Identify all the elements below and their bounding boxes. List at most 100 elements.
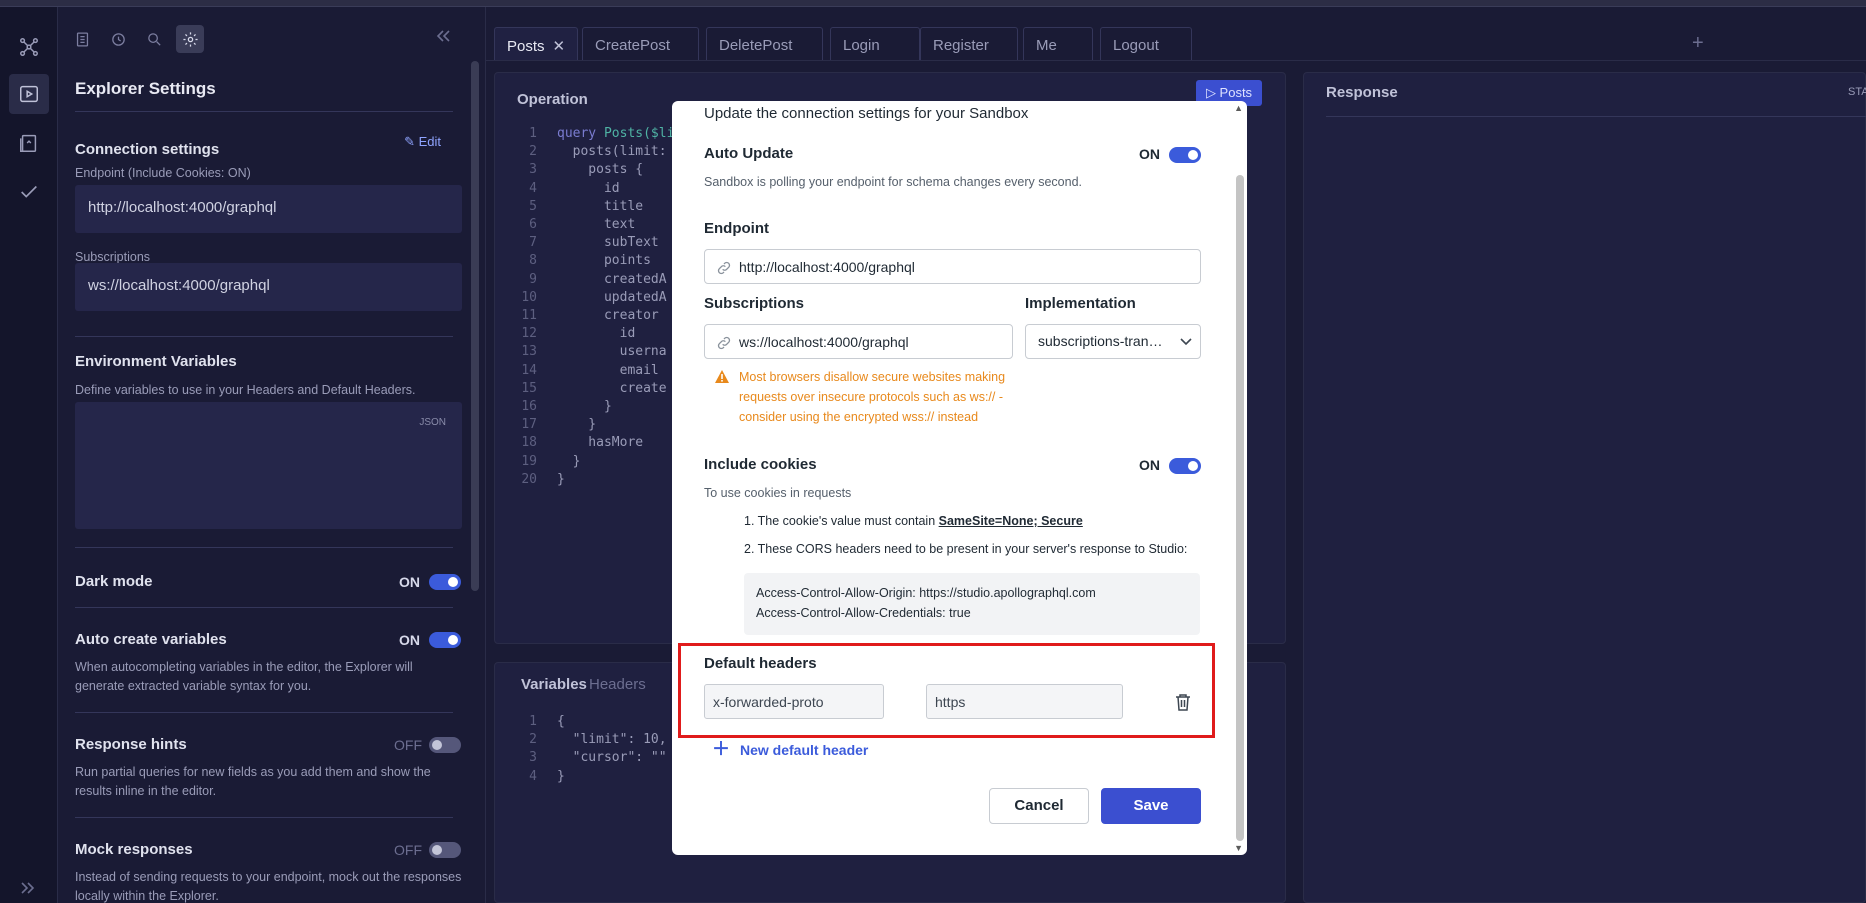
- new-default-header-button[interactable]: ＋ New default header: [712, 735, 868, 761]
- code-text: }: [557, 417, 597, 433]
- tab-logout[interactable]: Logout: [1100, 27, 1192, 60]
- scroll-up-icon[interactable]: ▲: [1234, 103, 1243, 113]
- cookies-rule-1-text: 1. The cookie's value must contain: [744, 514, 939, 528]
- header-value-input[interactable]: https: [926, 684, 1123, 719]
- line-number: 1: [529, 714, 537, 729]
- variables-editor[interactable]: 1{2 "limit": 10, 3 "cursor": "" 4}: [515, 713, 667, 786]
- connection-settings-modal: ▲ ▼ Update the connection settings for y…: [672, 101, 1247, 855]
- response-hints-toggle[interactable]: [429, 737, 461, 753]
- scroll-down-icon[interactable]: ▼: [1234, 843, 1243, 853]
- expand-chevrons-icon[interactable]: [20, 881, 36, 900]
- tab-me[interactable]: Me: [1023, 27, 1093, 60]
- tab-deletepost[interactable]: DeletePost: [706, 27, 823, 60]
- chevron-down-icon: [1180, 338, 1192, 346]
- code-line: 4}: [515, 768, 667, 786]
- checks-icon[interactable]: [9, 172, 49, 212]
- env-vars-desc: Define variables to use in your Headers …: [75, 383, 416, 397]
- window-top-strip: [0, 0, 1866, 7]
- code-line: 13 userna: [515, 343, 674, 361]
- close-icon[interactable]: ✕: [553, 38, 566, 55]
- edit-connection-button[interactable]: ✎ Edit: [404, 134, 441, 150]
- add-tab-icon[interactable]: +: [1692, 32, 1704, 55]
- document-icon[interactable]: [68, 25, 96, 53]
- docs-icon[interactable]: [9, 123, 49, 163]
- code-text: createdA: [557, 271, 667, 287]
- line-number: 4: [529, 768, 537, 784]
- code-text: "cursor": "": [557, 750, 667, 766]
- default-headers-label: Default headers: [704, 655, 817, 672]
- plus-icon: ＋: [712, 739, 730, 759]
- code-line: 4 id: [515, 180, 674, 198]
- history-icon[interactable]: [104, 25, 132, 53]
- code-text: title: [557, 198, 644, 214]
- auto-create-toggle[interactable]: [429, 632, 461, 648]
- code-line: 3 "cursor": "": [515, 749, 667, 767]
- tab-label: Me: [1036, 37, 1057, 54]
- samesite-link[interactable]: SameSite=None; Secure: [939, 514, 1083, 528]
- code-text: }: [557, 399, 612, 415]
- code-text: points: [557, 253, 651, 269]
- line-number: 12: [521, 326, 537, 342]
- endpoint-value: http://localhost:4000/graphql: [739, 259, 915, 275]
- collapse-chevrons-icon[interactable]: [435, 29, 451, 48]
- modal-scrollbar[interactable]: [1236, 175, 1244, 841]
- code-text: }: [557, 453, 581, 469]
- code-text: userna: [557, 344, 667, 360]
- tab-posts[interactable]: Posts ✕: [494, 27, 578, 60]
- cancel-button[interactable]: Cancel: [989, 788, 1089, 824]
- save-button[interactable]: Save: [1101, 788, 1201, 824]
- dark-mode-toggle[interactable]: [429, 574, 461, 590]
- code-line: 20}: [515, 471, 674, 489]
- line-number: 16: [521, 399, 537, 415]
- response-pane: [1303, 72, 1866, 903]
- subscriptions-label: Subscriptions: [704, 295, 805, 312]
- tab-headers[interactable]: Headers: [589, 676, 646, 693]
- explorer-play-icon[interactable]: [9, 74, 49, 114]
- gear-icon[interactable]: [176, 25, 204, 53]
- cookies-rule-1: 1. The cookie's value must contain SameS…: [744, 514, 1083, 528]
- tab-variables[interactable]: Variables: [521, 676, 587, 693]
- include-cookies-toggle[interactable]: [1169, 458, 1201, 474]
- dark-mode-label: Dark mode: [75, 573, 153, 590]
- implementation-select[interactable]: subscriptions-tran…: [1025, 324, 1201, 359]
- operation-editor[interactable]: 1 query Posts($li 2 posts(limit: 3 posts {4…: [515, 125, 674, 489]
- subscriptions-label: Subscriptions: [75, 250, 151, 264]
- mock-responses-desc: Instead of sending requests to your endp…: [75, 870, 462, 903]
- code-line: 2 posts(limit:: [515, 143, 674, 161]
- tab-register[interactable]: Register: [920, 27, 1018, 60]
- tab-createpost[interactable]: CreatePost: [582, 27, 699, 60]
- code-keyword: query: [557, 126, 604, 141]
- line-number: 3: [529, 750, 537, 766]
- include-cookies-state: ON: [1139, 457, 1160, 473]
- code-line: 16 }: [515, 398, 674, 416]
- response-title: Response: [1326, 84, 1398, 101]
- header-key-input[interactable]: x-forwarded-proto: [704, 684, 884, 719]
- subscriptions-input[interactable]: ws://localhost:4000/graphql: [704, 324, 1013, 359]
- tab-label: Login: [843, 37, 880, 54]
- code-text: creator: [557, 308, 659, 324]
- auto-update-toggle[interactable]: [1169, 147, 1201, 163]
- code-line: 2 "limit": 10,: [515, 731, 666, 749]
- mock-responses-state: OFF: [394, 842, 422, 858]
- divider: [75, 336, 453, 337]
- divider: [1326, 116, 1866, 117]
- code-line: 3 posts {: [515, 161, 674, 179]
- settings-scrollbar[interactable]: [471, 61, 479, 591]
- endpoint-input[interactable]: http://localhost:4000/graphql: [704, 249, 1201, 284]
- search-icon[interactable]: [140, 25, 168, 53]
- tab-login[interactable]: Login: [830, 27, 920, 60]
- schema-graph-icon[interactable]: [9, 27, 49, 67]
- subscriptions-field[interactable]: ws://localhost:4000/graphql: [75, 263, 462, 311]
- implementation-label: Implementation: [1025, 295, 1136, 312]
- line-number: 11: [521, 308, 537, 324]
- endpoint-label: Endpoint (Include Cookies: ON): [75, 166, 251, 180]
- code-text: id: [557, 326, 636, 342]
- operation-tabs: Posts ✕ CreatePost DeletePost Login Regis…: [486, 7, 1866, 61]
- line-number: 14: [521, 362, 537, 378]
- trash-icon[interactable]: [1175, 693, 1191, 711]
- panel-tools: [68, 25, 204, 53]
- env-vars-editor[interactable]: JSON: [75, 402, 462, 529]
- endpoint-field[interactable]: http://localhost:4000/graphql: [75, 185, 462, 233]
- subscriptions-value: ws://localhost:4000/graphql: [739, 334, 909, 350]
- mock-responses-toggle[interactable]: [429, 842, 461, 858]
